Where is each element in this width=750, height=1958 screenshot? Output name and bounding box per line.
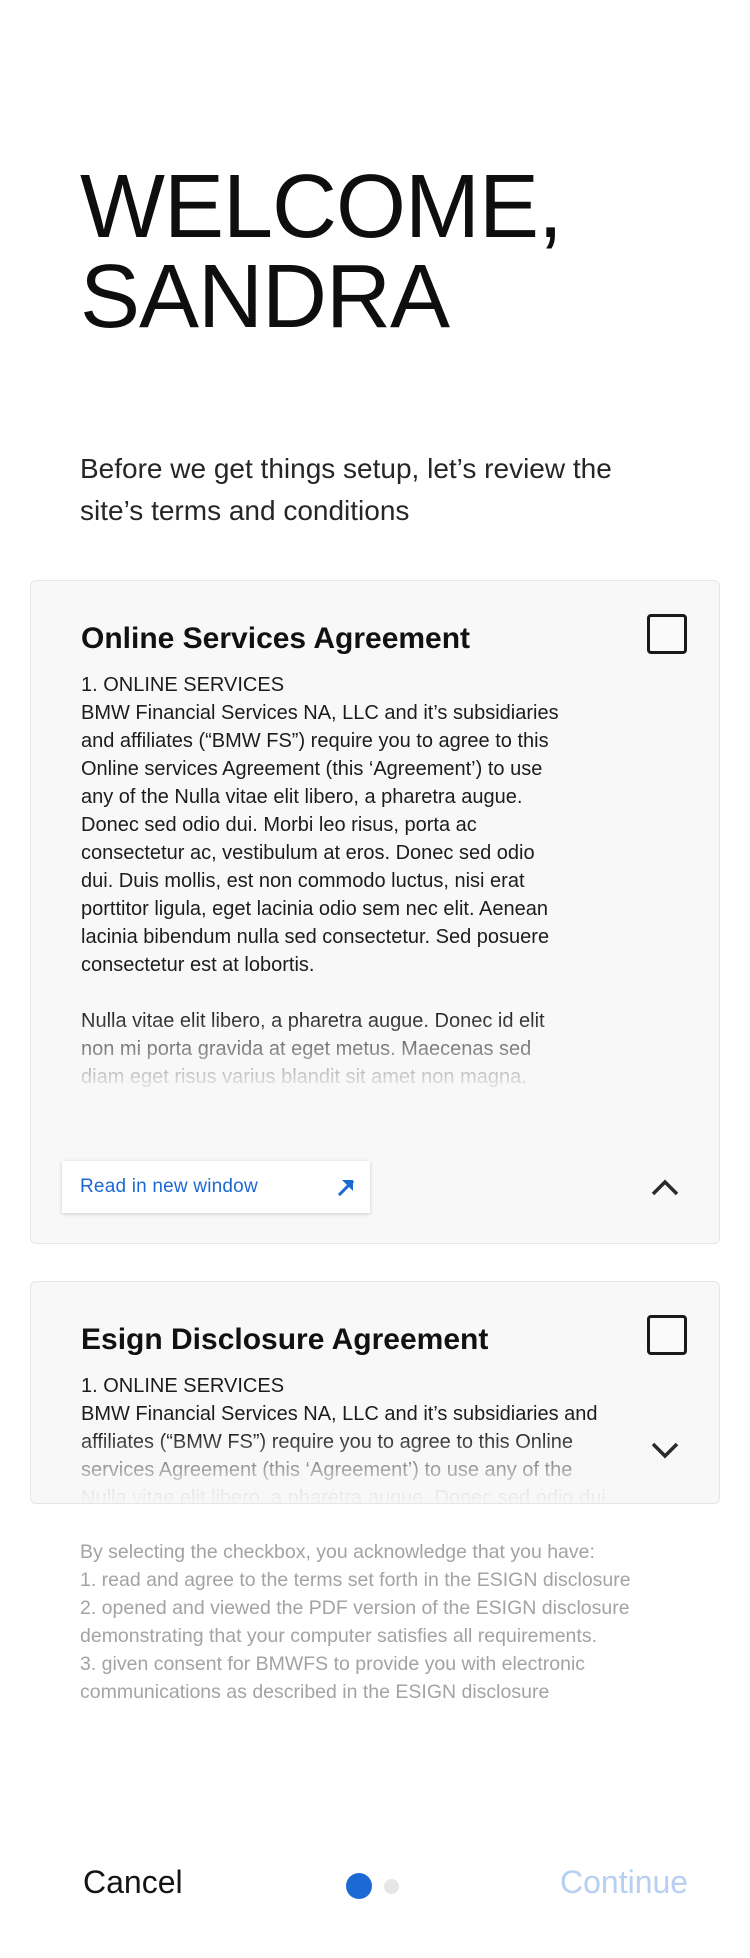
agreement-section-heading: 1. ONLINE SERVICES [81, 674, 285, 696]
agreement-paragraph: Nulla vitae elit libero, a pharetra augu… [81, 1010, 545, 1088]
cancel-button[interactable]: Cancel [83, 1864, 183, 1901]
online-services-agreement-text[interactable]: 1. ONLINE SERVICES BMW Financial Service… [81, 671, 571, 1106]
chevron-up-icon[interactable] [649, 1177, 681, 1197]
step-dot-inactive [384, 1878, 399, 1894]
step-dot-active [346, 1873, 372, 1899]
agreement-paragraph: BMW Financial Services NA, LLC and it’s … [81, 1403, 612, 1504]
acknowledgement-intro: By selecting the checkbox, you acknowled… [80, 1541, 595, 1563]
step-indicator [346, 1873, 399, 1899]
welcome-title-line2: SANDRA [80, 247, 450, 347]
esign-disclosure-agreement-checkbox[interactable] [647, 1315, 687, 1355]
arrow-up-right-icon [337, 1179, 355, 1197]
esign-disclosure-agreement-title: Esign Disclosure Agreement [81, 1323, 489, 1356]
online-services-agreement-card: Online Services Agreement 1. ONLINE SERV… [30, 580, 720, 1244]
welcome-title-line1: WELCOME, [80, 157, 563, 257]
acknowledgement-item-2: 2. opened and viewed the PDF version of … [80, 1597, 630, 1647]
chevron-down-icon[interactable] [649, 1440, 681, 1460]
esign-disclosure-agreement-text[interactable]: 1. ONLINE SERVICES BMW Financial Service… [81, 1372, 621, 1504]
online-services-agreement-title: Online Services Agreement [81, 622, 471, 655]
read-in-new-window-label: Read in new window [80, 1176, 258, 1197]
continue-button[interactable]: Continue [560, 1864, 688, 1901]
welcome-title: WELCOME, SANDRA [80, 157, 563, 347]
esign-disclosure-agreement-card: Esign Disclosure Agreement 1. ONLINE SER… [30, 1281, 720, 1504]
read-in-new-window-button[interactable]: Read in new window [62, 1161, 370, 1213]
acknowledgement-text: By selecting the checkbox, you acknowled… [80, 1538, 680, 1706]
intro-text: Before we get things setup, let’s review… [80, 453, 612, 526]
terms-review-screen: WELCOME, SANDRA Before we get things set… [0, 0, 750, 1958]
online-services-agreement-checkbox[interactable] [647, 614, 687, 654]
acknowledgement-item-1: 1. read and agree to the terms set forth… [80, 1569, 631, 1591]
agreement-paragraph: BMW Financial Services NA, LLC and it’s … [81, 702, 559, 976]
agreement-section-heading: 1. ONLINE SERVICES [81, 1375, 285, 1397]
acknowledgement-item-3: 3. given consent for BMWFS to provide yo… [80, 1653, 586, 1703]
